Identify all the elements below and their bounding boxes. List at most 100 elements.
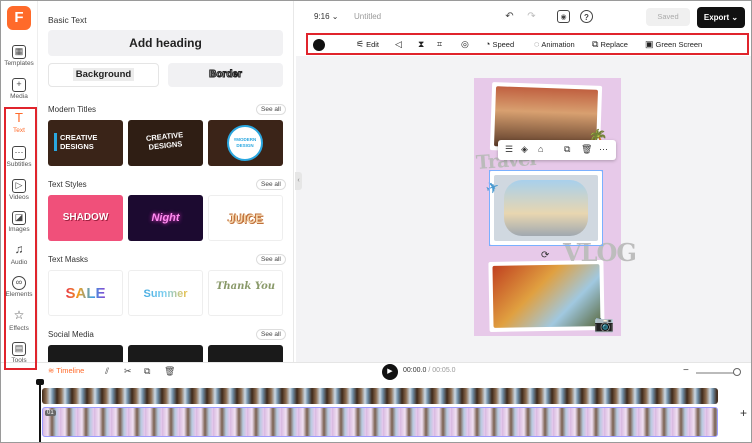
thumb-text: CREATIVE DESIGNS — [60, 133, 98, 151]
video-track[interactable] — [42, 388, 718, 404]
border-text-button[interactable]: Border — [168, 63, 283, 87]
nav-highlight-box — [4, 107, 37, 370]
thumb-text: #MODERN DESIGN — [233, 137, 257, 148]
template-thumb[interactable]: CREATIVE DESIGNS — [128, 120, 203, 166]
timeline-panel: ≋ Timeline ⫽ ✂ ⧉ 🗑 ▶ 00:00.0 / 00:05.0 −… — [0, 362, 752, 443]
green-screen-button[interactable]: ▣ Green Screen — [645, 38, 702, 51]
timeline-label-text: Timeline — [56, 366, 85, 375]
panel-title: Basic Text — [48, 15, 87, 25]
speed-icon: ◔ — [485, 39, 491, 49]
lock-icon[interactable]: ⌂ — [538, 144, 543, 154]
replace-icon: ⧉ — [592, 39, 599, 49]
rotate-icon[interactable]: ⟳ — [541, 250, 549, 261]
duplicate-icon[interactable]: ⧉ — [564, 144, 570, 155]
playhead[interactable] — [39, 382, 41, 442]
animation-label: Animation — [541, 40, 575, 49]
timeline-label[interactable]: ≋ Timeline — [48, 366, 84, 375]
thumb-text: CREATIVE DESIGNS — [145, 130, 184, 152]
nav-label: Media — [10, 93, 28, 100]
template-thumb[interactable]: SALE — [48, 270, 123, 316]
zoom-out-icon[interactable]: − — [683, 365, 689, 376]
collapse-panel-icon[interactable]: ‹ — [295, 172, 302, 190]
more-icon[interactable]: ⋯ — [599, 144, 608, 155]
camera-sticker-icon[interactable]: 📷 — [594, 314, 614, 334]
photo-frame-3[interactable] — [488, 260, 605, 332]
aspect-ratio-select[interactable]: 9:16 ⌄ — [314, 12, 339, 21]
speed-button[interactable]: ◔ Speed — [485, 38, 514, 51]
nav-item-templates[interactable]: ▦ Templates — [0, 42, 38, 72]
text-panel: Basic Text Add heading Background Border… — [38, 0, 294, 362]
see-all-social[interactable]: See all — [256, 329, 286, 340]
templates-icon: ▦ — [12, 45, 26, 59]
play-button[interactable]: ▶ — [382, 364, 398, 380]
nav-item-media[interactable]: + Media — [0, 75, 38, 105]
duplicate-clip-icon[interactable]: ⧉ — [144, 366, 150, 377]
template-thumb[interactable]: JUICE — [208, 195, 283, 241]
export-button[interactable]: Export ⌄ — [697, 7, 745, 28]
floating-toolbar: ☰ ◈ ⌂ ⧉ 🗑 ⋯ — [498, 140, 616, 160]
clip-toolbar: ⚟ Edit ◁ ⧗ ⌗ ◎ ◔ Speed ◌ Animation ⧉ Replace… — [306, 33, 749, 55]
template-thumb[interactable] — [128, 345, 203, 362]
add-track-icon[interactable]: + — [740, 406, 747, 420]
selection-box[interactable] — [489, 170, 603, 246]
template-thumb[interactable]: #MODERN DESIGN — [208, 120, 283, 166]
green-screen-label: Green Screen — [655, 40, 703, 49]
flip-icon[interactable]: ⧗ — [418, 38, 426, 51]
layers-icon[interactable]: ◈ — [521, 144, 528, 155]
template-thumb[interactable]: Summer — [128, 270, 203, 316]
media-icon: + — [12, 78, 26, 92]
replace-button[interactable]: ⧉ Replace — [592, 38, 628, 51]
replace-label: Replace — [600, 40, 628, 49]
app-logo[interactable]: F — [7, 6, 31, 30]
cut-icon[interactable]: ✂ — [124, 366, 132, 377]
zoom-slider-handle[interactable] — [733, 368, 741, 376]
see-all-modern[interactable]: See all — [256, 104, 286, 115]
template-thumb[interactable]: Night — [128, 195, 203, 241]
top-bar: 9:16 ⌄ Untitled ↶ ↷ ◉ ? Saved Export ⌄ — [296, 0, 752, 32]
section-title-masks: Text Masks — [48, 255, 89, 264]
project-name[interactable]: Untitled — [354, 12, 381, 21]
template-thumb[interactable] — [208, 345, 283, 362]
undo-icon[interactable]: ↶ — [503, 10, 516, 23]
color-swatch[interactable] — [313, 39, 325, 51]
thumb-text: Summer — [143, 288, 188, 300]
see-all-styles[interactable]: See all — [256, 179, 286, 190]
thumb-text: SALE — [65, 285, 106, 302]
clip-tag: 01 — [45, 410, 56, 416]
section-title-styles: Text Styles — [48, 180, 87, 189]
edit-button[interactable]: ⚟ Edit — [356, 38, 379, 51]
template-thumb[interactable]: SHADOW — [48, 195, 123, 241]
time-display: 00:00.0 / 00:05.0 — [403, 367, 456, 374]
align-icon[interactable]: ☰ — [505, 144, 513, 155]
crop-icon[interactable]: ⌗ — [437, 38, 444, 51]
redo-icon[interactable]: ↷ — [525, 10, 538, 23]
saved-status: Saved — [646, 8, 690, 26]
screenshot-icon[interactable]: ◉ — [557, 10, 570, 23]
volume-icon[interactable]: ◁ — [395, 38, 404, 51]
overlay-track[interactable]: 01 — [42, 407, 718, 437]
see-all-masks[interactable]: See all — [256, 254, 286, 265]
duration: / 00:05.0 — [428, 367, 456, 374]
section-title-modern: Modern Titles — [48, 105, 97, 114]
section-title-social: Social Media — [48, 330, 94, 339]
split-icon[interactable]: ⫽ — [105, 366, 109, 377]
delete-clip-icon[interactable]: 🗑 — [164, 366, 175, 377]
speed-label: Speed — [492, 40, 515, 49]
green-screen-icon: ▣ — [645, 39, 654, 49]
background-text-button[interactable]: Background — [48, 63, 159, 87]
filter-icon[interactable]: ◎ — [461, 38, 471, 51]
current-time: 00:00.0 — [403, 367, 427, 374]
sliders-icon: ⚟ — [356, 39, 365, 49]
template-thumb[interactable]: CREATIVE DESIGNS — [48, 120, 123, 166]
template-thumb[interactable] — [48, 345, 123, 362]
timeline-icon: ≋ — [48, 366, 57, 375]
add-heading-button[interactable]: Add heading — [48, 30, 283, 56]
nav-label: Templates — [4, 60, 34, 67]
animation-icon: ◌ — [534, 39, 540, 49]
background-text-label: Background — [72, 68, 135, 81]
delete-icon[interactable]: 🗑 — [581, 144, 592, 155]
template-thumb[interactable]: Thank You — [208, 270, 283, 316]
help-icon[interactable]: ? — [580, 10, 593, 23]
edit-label: Edit — [366, 40, 380, 49]
animation-button[interactable]: ◌ Animation — [534, 38, 575, 51]
